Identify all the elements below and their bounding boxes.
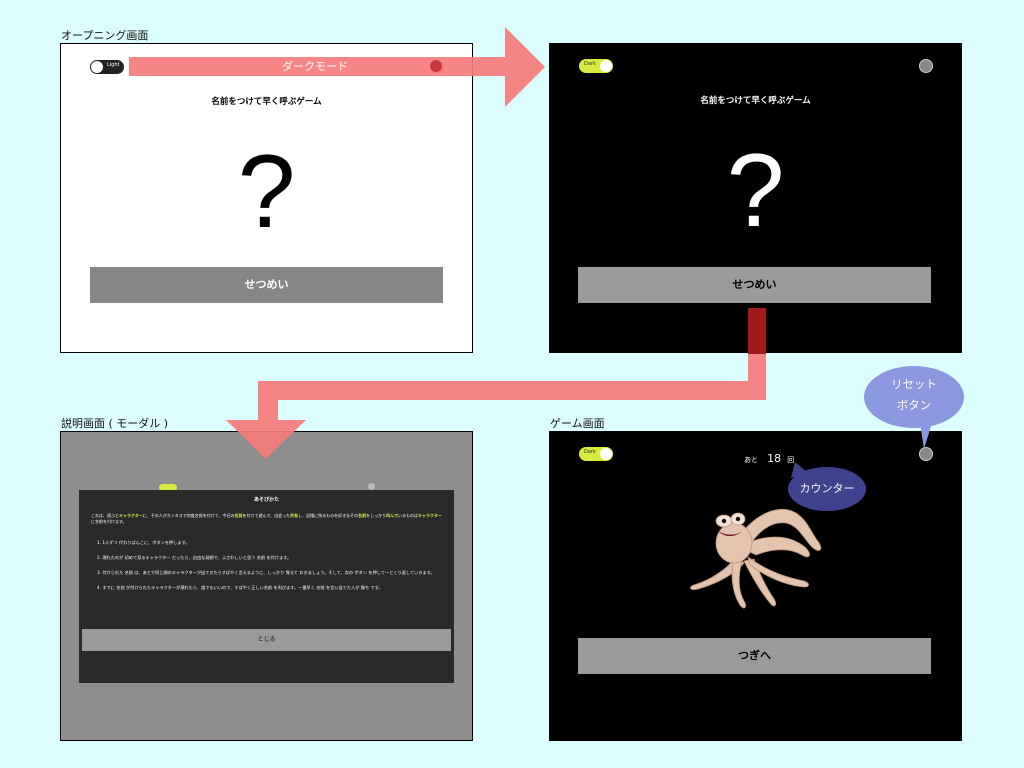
toggle-knob [600,60,612,72]
opening-screen-dark: Dark 名前をつけて早く呼ぶゲーム ? せつめい [549,43,962,353]
explain-button[interactable]: せつめい [90,267,443,303]
reset-button-highlight [430,60,442,72]
question-mark: ? [237,134,296,250]
caption-explain: 説明画面 ( モーダル ) [61,417,169,430]
character-image [690,508,822,609]
next-button[interactable]: つぎへ [578,638,931,674]
reset-annotation-line1: リセット [891,377,937,391]
toggle-label: Light [107,62,120,68]
caption-game: ゲーム画面 [550,417,605,430]
toggle-label: Dark [584,61,596,67]
modal-title: あそびかた [253,497,279,503]
counter-prefix: あと [744,456,758,464]
question-mark: ? [726,133,785,249]
counter-value: 18 [767,452,782,465]
toggle-knob [91,61,103,73]
opening-screen-light: Light 名前をつけて早く呼ぶゲーム ? せつめい [60,43,473,353]
explain-screen: あそびかた これは、遊ぶとキャラクターに、その人がカンタスで何度名前を付けて、今… [60,431,473,741]
page-title: 名前をつけて早く呼ぶゲーム [211,97,322,107]
reset-annotation: リセット ボタン [864,374,964,416]
modal-steps: 1. 1人ずつ 代わりばんこに、ボタンを押します。 2. 現れたのが 初めて見る… [97,539,440,592]
page-title: 名前をつけて早く呼ぶゲーム [700,96,811,106]
counter-annotation: カウンター [799,482,855,495]
light-dark-toggle[interactable]: Dark [579,447,613,461]
game-screen: Dark あと 18 回 つぎへ [549,431,962,741]
dark-mode-annotation: ダークモード [282,60,348,73]
reset-button[interactable] [919,59,933,73]
caption-opening: オープニング画面 [61,29,149,42]
toggle-label: Dark [584,449,596,455]
explain-button[interactable]: せつめい [578,267,931,303]
dimmed-reset-icon [368,483,375,490]
toggle-knob [600,448,612,460]
reset-annotation-line2: ボタン [896,398,932,412]
step-3: 3. 付けられた 名前 は、あとで同じ顔のキャラクターが出てきたらすばやく言える… [97,570,435,575]
rules-modal: あそびかた これは、遊ぶとキャラクターに、その人がカンタスで何度名前を付けて、今… [79,490,454,683]
light-dark-toggle[interactable]: Light [90,60,124,74]
light-dark-toggle[interactable]: Dark [579,59,613,73]
close-button[interactable]: とじる [82,629,451,651]
step-1: 1. 1人ずつ 代わりばんこに、ボタンを押します。 [97,540,190,545]
step-4: 4. すでに 名前 が付けられたキャラクターが現れたら、誰でもいいので、すばやく… [97,585,383,590]
modal-intro: これは、遊ぶとキャラクターに、その人がカンタスで何度名前を付けて、今日の名前を付… [91,513,442,524]
step-2: 2. 現れたのが 初めて見るキャラクター だったら、自由な発想で、ふさわしいと思… [97,555,292,560]
